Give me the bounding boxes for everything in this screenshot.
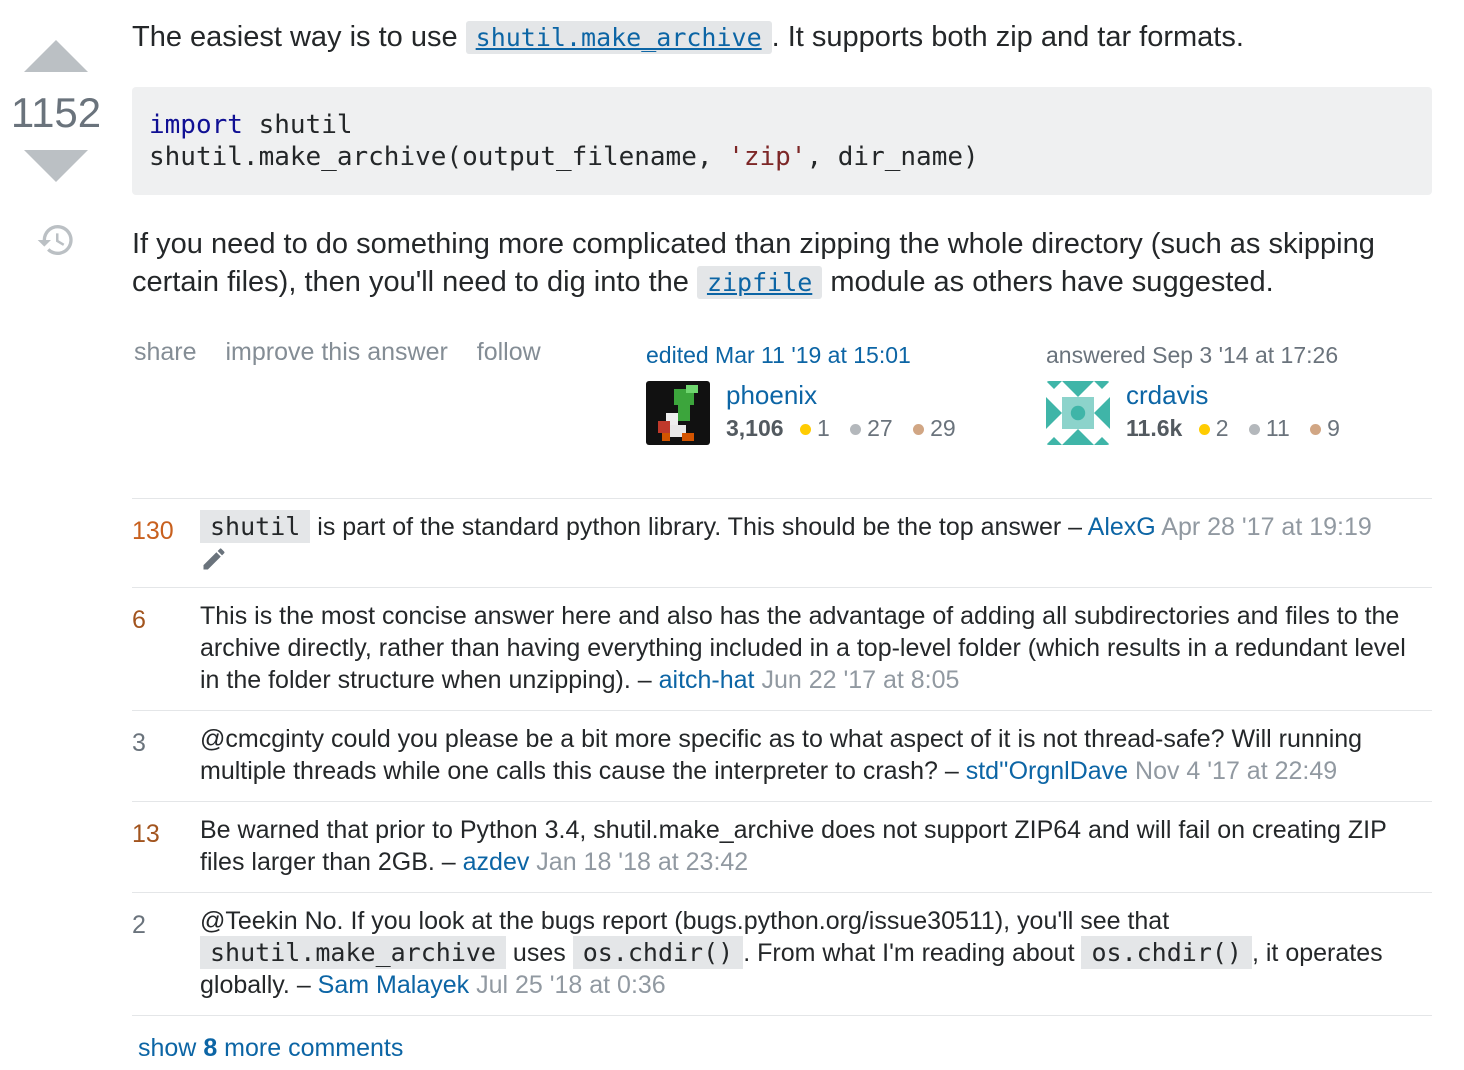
code-block: import shutil shutil.make_archive(output…	[132, 87, 1432, 195]
bronze-badges: 9	[1310, 415, 1340, 441]
gold-badge-icon	[799, 424, 811, 436]
comment-user-link[interactable]: std''OrgnlDave	[966, 757, 1128, 785]
silver-badge-icon	[1248, 424, 1260, 436]
comment-body: shutil is part of the standard python li…	[200, 510, 1432, 573]
comment: 2 @Teekin No. If you look at the bugs re…	[132, 893, 1432, 1016]
silver-badges: 27	[850, 415, 893, 441]
comment-user-link[interactable]: AlexG	[1088, 513, 1156, 541]
comment-date[interactable]: Jan 18 '18 at 23:42	[529, 848, 748, 876]
inline-code-link[interactable]: shutil.make_archive	[465, 21, 772, 54]
comment: 13 Be warned that prior to Python 3.4, s…	[132, 802, 1432, 893]
vote-count: 1152	[10, 89, 102, 136]
edited-link[interactable]: edited Mar 11 '19 at 15:01	[646, 342, 970, 369]
comment-body: @Teekin No. If you look at the bugs repo…	[200, 907, 1383, 999]
comment-score: 3	[132, 729, 146, 757]
phoenix-avatar-icon	[646, 381, 710, 445]
pencil-icon[interactable]	[200, 545, 228, 573]
show-more-comments-link[interactable]: show 8 more comments	[138, 1034, 403, 1063]
silver-badges: 11	[1248, 415, 1290, 441]
vote-column: 1152	[0, 28, 112, 260]
comment: 3 @cmcginty could you please be a bit mo…	[132, 711, 1432, 802]
gold-badges: 2	[1198, 415, 1228, 441]
comment-date[interactable]: Nov 4 '17 at 22:49	[1128, 757, 1337, 785]
avatar[interactable]	[646, 381, 710, 445]
upvote-button[interactable]	[24, 40, 88, 72]
comment-user-link[interactable]: azdev	[463, 848, 530, 876]
avatar[interactable]	[1046, 381, 1110, 445]
bronze-badges: 29	[913, 415, 956, 441]
comment-score: 2	[132, 911, 146, 939]
editor-signature: edited Mar 11 '19 at 15:01 phoenix 3,106…	[646, 342, 970, 445]
bronze-badge-icon	[913, 424, 925, 436]
user-name-link[interactable]: crdavis	[1126, 381, 1354, 409]
improve-answer-link[interactable]: improve this answer	[226, 338, 448, 366]
reputation-score: 3,106	[726, 415, 784, 441]
shutil-make-archive-link[interactable]: shutil.make_archive	[476, 23, 762, 52]
comment-user-link[interactable]: aitch-hat	[659, 666, 755, 694]
share-link[interactable]: share	[134, 338, 197, 366]
silver-badge-icon	[850, 424, 862, 436]
answered-link[interactable]: answered Sep 3 '14 at 17:26	[1046, 342, 1354, 369]
identicon-avatar-icon	[1046, 381, 1110, 445]
comment-date[interactable]: Jun 22 '17 at 8:05	[755, 666, 959, 694]
gold-badge-icon	[1198, 424, 1210, 436]
comment: 130 shutil is part of the standard pytho…	[132, 499, 1432, 588]
reputation-row: 3,106 1 27 29	[726, 415, 970, 442]
comment-body: @cmcginty could you please be a bit more…	[200, 725, 1363, 785]
comment-score: 6	[132, 606, 146, 634]
comment-body: This is the most concise answer here and…	[200, 602, 1406, 694]
gold-badges: 1	[799, 415, 830, 441]
bronze-badge-icon	[1310, 424, 1322, 436]
history-icon[interactable]	[36, 220, 76, 260]
answer-paragraph-2: If you need to do something more complic…	[132, 228, 1375, 299]
comment-score: 13	[132, 820, 160, 848]
answer-body: The easiest way is to use shutil.make_ar…	[132, 18, 1432, 302]
reputation-score: 11.6k	[1126, 415, 1183, 441]
comment-date[interactable]: Apr 28 '17 at 19:19	[1156, 513, 1372, 541]
reputation-row: 11.6k 2 11 9	[1126, 415, 1354, 442]
comment: 6 This is the most concise answer here a…	[132, 588, 1432, 711]
comment-body: Be warned that prior to Python 3.4, shut…	[200, 816, 1387, 876]
comment-score: 130	[132, 517, 174, 545]
downvote-button[interactable]	[24, 150, 88, 182]
zipfile-link[interactable]: zipfile	[707, 268, 812, 297]
comment-user-link[interactable]: Sam Malayek	[318, 971, 469, 999]
answerer-signature: answered Sep 3 '14 at 17:26 crdavis 11.6…	[1046, 342, 1354, 445]
user-name-link[interactable]: phoenix	[726, 381, 970, 409]
answer-paragraph-1: The easiest way is to use shutil.make_ar…	[132, 21, 1244, 54]
post-menu: share improve this answer follow	[134, 338, 563, 367]
comment-date[interactable]: Jul 25 '18 at 0:36	[469, 971, 666, 999]
comments-list: 130 shutil is part of the standard pytho…	[132, 498, 1432, 1016]
follow-link[interactable]: follow	[477, 338, 541, 366]
inline-code-link[interactable]: zipfile	[696, 266, 823, 299]
